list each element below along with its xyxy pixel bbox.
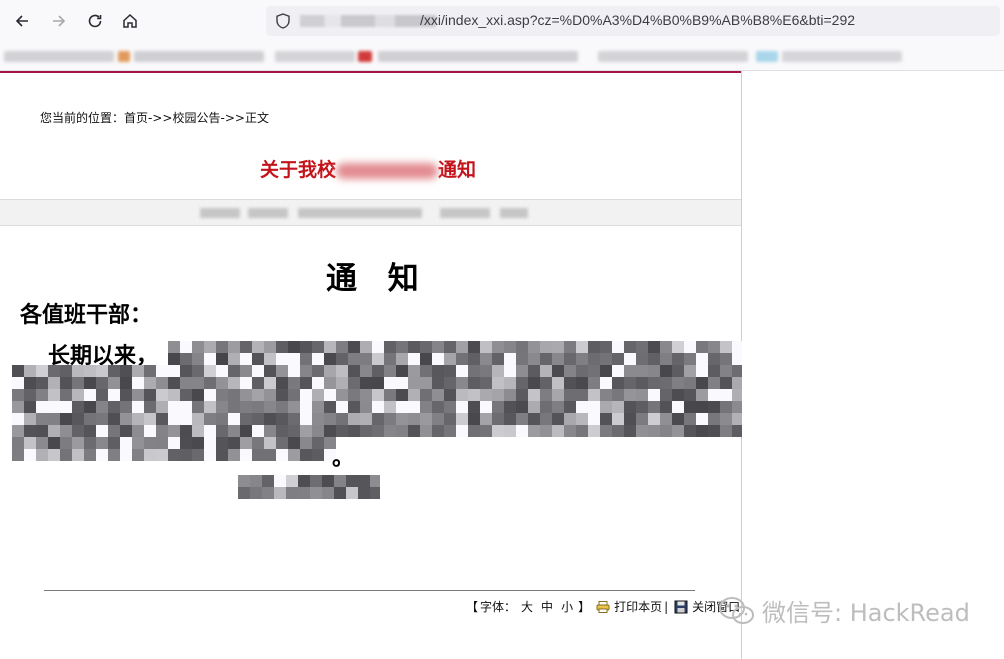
watermark-text: 微信号: HackRead: [762, 599, 970, 627]
font-size-label: 字体：: [480, 600, 517, 614]
url-bar[interactable]: /xxi/index_xxi.asp?cz=%D0%A3%D4%B0%B9%AB…: [266, 6, 1000, 36]
article-title: 关于我校 通知: [260, 155, 476, 182]
breadcrumb-current: 正文: [244, 111, 269, 125]
wechat-watermark: 微信号: HackRead: [718, 593, 970, 628]
bookmark-item[interactable]: [134, 51, 264, 62]
reload-icon[interactable]: [83, 9, 107, 33]
back-icon[interactable]: [10, 9, 34, 33]
article-meta-bar: [0, 199, 741, 226]
breadcrumb-section-link[interactable]: 校园公告: [172, 111, 220, 125]
home-icon[interactable]: [118, 9, 142, 33]
paragraph-end: 。: [332, 446, 355, 471]
article-title-end: 通知: [438, 159, 477, 181]
bookmarks-bar: [0, 42, 1004, 71]
font-size-large-link[interactable]: 大: [521, 598, 533, 615]
breadcrumb-home-link[interactable]: 首页: [124, 111, 148, 125]
breadcrumb: 您当前的位置：首页->>校园公告->>正文: [40, 109, 269, 126]
top-divider: [0, 71, 741, 73]
meta-redacted: [200, 208, 240, 218]
forward-icon[interactable]: [47, 9, 71, 33]
bookmark-icon[interactable]: [358, 51, 372, 62]
bracket-close: 】: [578, 600, 591, 614]
bracket-open: 【: [466, 600, 479, 614]
meta-redacted: [248, 208, 288, 218]
bookmark-item[interactable]: [4, 51, 114, 62]
footer-tools: 【 字体： 大 中 小 】 打印本页 | 关闭窗口: [466, 598, 740, 615]
paragraph-redacted-mosaic: [12, 341, 742, 461]
bookmark-item[interactable]: [782, 51, 902, 62]
bookmark-item[interactable]: [598, 51, 748, 62]
bookmark-item[interactable]: [378, 51, 578, 62]
footer-divider: [44, 590, 695, 591]
shield-icon[interactable]: [274, 12, 292, 30]
meta-redacted: [500, 208, 528, 218]
font-size-medium-link[interactable]: 中: [541, 598, 553, 615]
printer-icon[interactable]: [596, 600, 610, 614]
bookmark-icon[interactable]: [118, 51, 130, 62]
salutation: 各值班干部：: [20, 303, 153, 328]
breadcrumb-separator: ->>: [148, 111, 173, 125]
document-heading: 通 知: [326, 261, 429, 297]
bookmark-icon[interactable]: [756, 51, 778, 62]
browser-toolbar: /xxi/index_xxi.asp?cz=%D0%A3%D4%B0%B9%AB…: [0, 0, 1004, 42]
footer-divider-bar: |: [664, 599, 669, 614]
bookmark-item[interactable]: [275, 51, 355, 62]
wechat-icon: [719, 596, 754, 624]
print-page-link[interactable]: 打印本页: [614, 598, 662, 615]
title-redacted: [336, 162, 439, 179]
floppy-disk-icon[interactable]: [674, 600, 688, 614]
meta-redacted: [440, 208, 490, 218]
breadcrumb-separator: ->>: [220, 111, 245, 125]
meta-redacted: [298, 208, 422, 218]
web-page: 您当前的位置：首页->>校园公告->>正文 关于我校 通知 通 知 各值班干部： …: [0, 71, 742, 659]
url-text[interactable]: /xxi/index_xxi.asp?cz=%D0%A3%D4%B0%B9%AB…: [420, 12, 855, 28]
font-size-small-link[interactable]: 小: [561, 598, 573, 615]
article-title-start: 关于我校: [260, 159, 337, 181]
url-domain-redacted: [300, 15, 436, 27]
signature-redacted: [238, 475, 380, 499]
breadcrumb-prefix: 您当前的位置：: [40, 111, 125, 125]
